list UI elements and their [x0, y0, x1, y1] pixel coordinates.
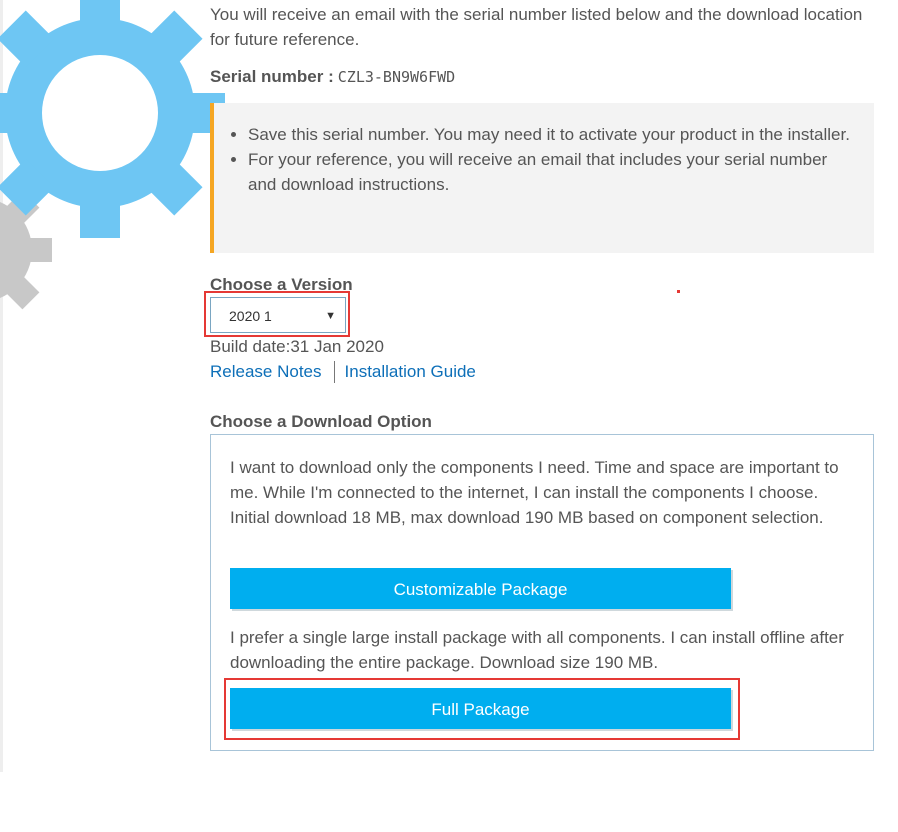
notice-list: Save this serial number. You may need it…	[214, 122, 874, 197]
installation-guide-link[interactable]: Installation Guide	[345, 359, 476, 384]
intro-text: You will receive an email with the seria…	[210, 5, 863, 49]
serial-notice-box: Save this serial number. You may need it…	[210, 103, 874, 253]
notice-item: For your reference, you will receive an …	[248, 147, 856, 197]
download-options-box: I want to download only the components I…	[210, 434, 874, 751]
version-select-value: 2020 1	[229, 308, 272, 324]
version-select[interactable]: 2020 1 ▼	[210, 297, 346, 333]
full-package-button[interactable]: Full Package	[230, 688, 731, 729]
notice-item: Save this serial number. You may need it…	[248, 122, 856, 147]
build-date: Build date:31 Jan 2020	[210, 337, 384, 356]
serial-number-label: Serial number :	[210, 67, 334, 86]
doc-links: Release Notes Installation Guide	[210, 359, 476, 384]
release-notes-link[interactable]: Release Notes	[210, 359, 322, 384]
chevron-down-icon: ▼	[325, 310, 336, 322]
blue-gear-icon	[0, 0, 225, 238]
serial-number-row: Serial number : CZL3-BN9W6FWD	[210, 64, 455, 90]
full-package-description: I prefer a single large install package …	[230, 628, 844, 672]
link-divider	[333, 360, 335, 383]
download-option-heading: Choose a Download Option	[210, 412, 432, 431]
serial-number-value: CZL3-BN9W6FWD	[337, 68, 456, 86]
customizable-package-description: I want to download only the components I…	[230, 458, 839, 527]
customizable-package-button[interactable]: Customizable Package	[230, 568, 731, 609]
red-mark	[677, 290, 680, 293]
gear-icon	[0, 0, 225, 310]
